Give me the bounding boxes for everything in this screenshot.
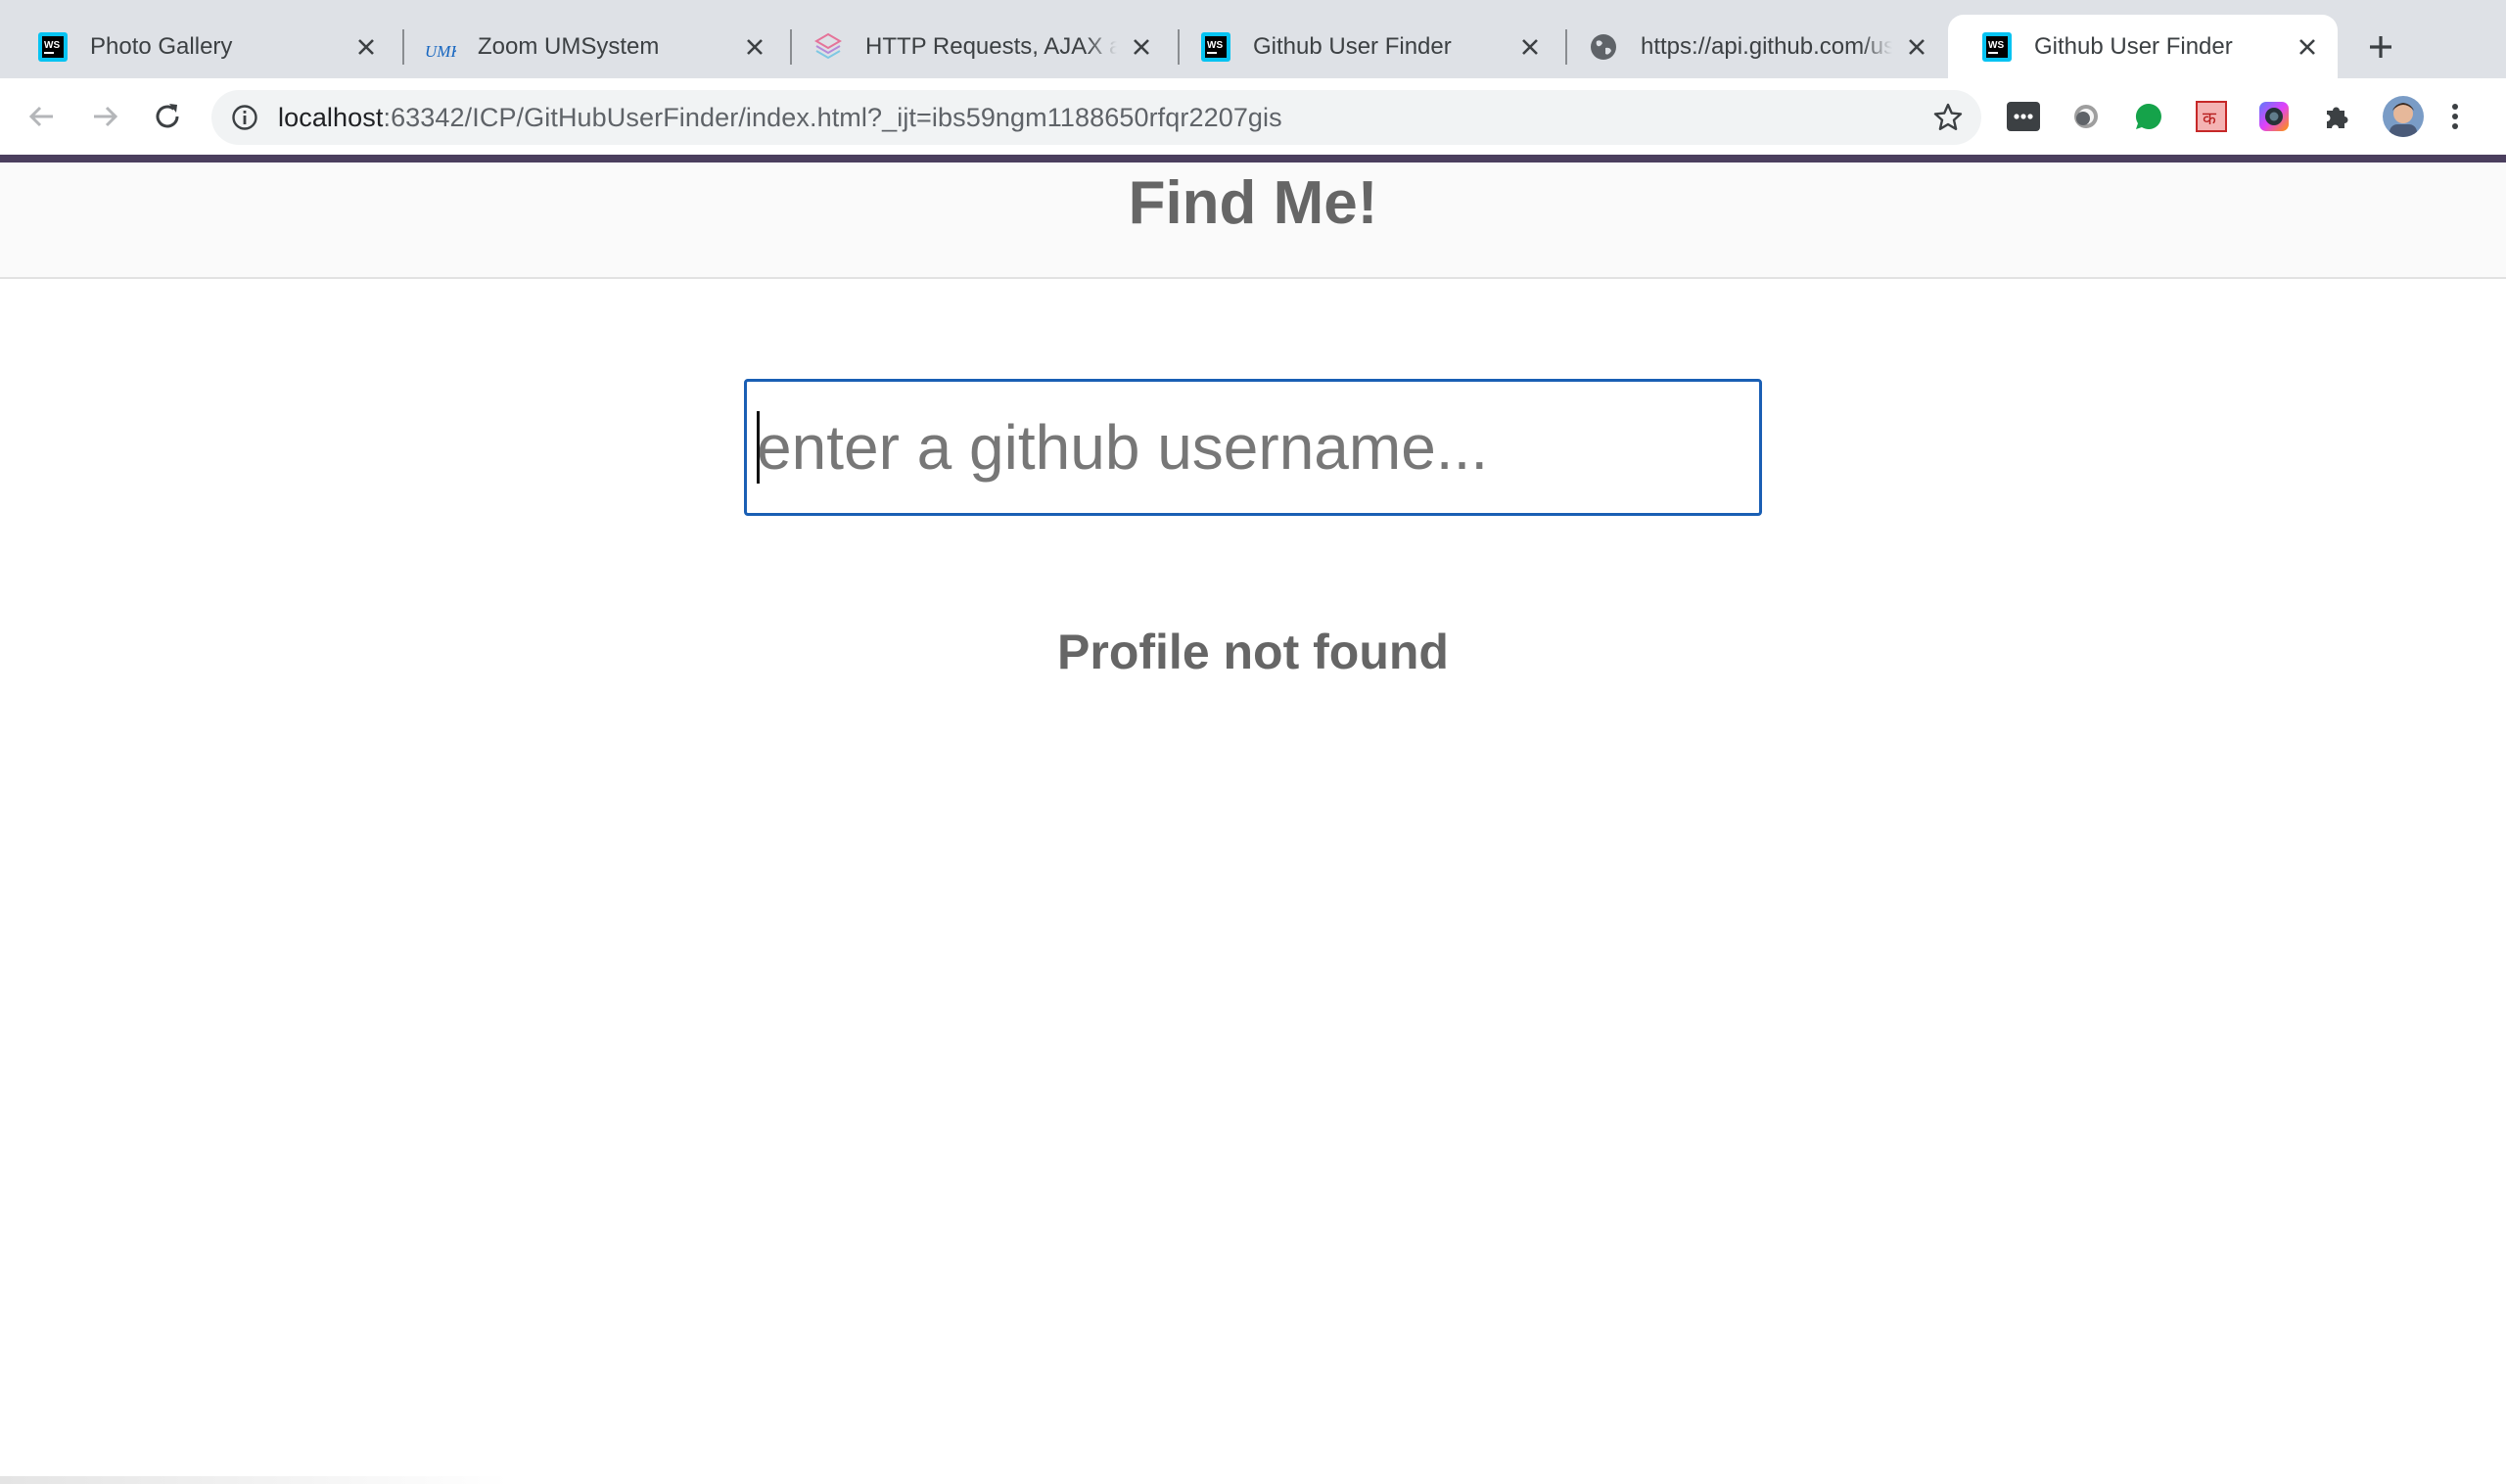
- stack-icon: [812, 31, 844, 63]
- url-text[interactable]: localhost:63342/ICP/GitHubUserFinder/ind…: [278, 103, 1282, 133]
- svg-text:WS: WS: [1207, 40, 1223, 51]
- umkc-icon: UMKC: [425, 31, 456, 63]
- camera-extension-icon[interactable]: [2255, 98, 2293, 135]
- reload-button[interactable]: [145, 94, 190, 139]
- page-header: Find Me!: [0, 162, 2506, 279]
- url-path: :63342/ICP/GitHubUserFinder/index.html?_…: [383, 102, 1282, 132]
- tab-http-requests[interactable]: HTTP Requests, AJAX and APIs: [785, 15, 1172, 78]
- address-bar[interactable]: localhost:63342/ICP/GitHubUserFinder/ind…: [211, 90, 1981, 145]
- green-dot-extension-icon[interactable]: [2130, 98, 2167, 135]
- close-icon[interactable]: [740, 32, 769, 62]
- dots-extension-icon[interactable]: [2005, 98, 2042, 135]
- search-input[interactable]: [744, 379, 1762, 516]
- close-icon[interactable]: [1515, 32, 1545, 62]
- close-icon[interactable]: [351, 32, 381, 62]
- svg-text:UMKC: UMKC: [425, 42, 456, 61]
- browser-toolbar: localhost:63342/ICP/GitHubUserFinder/ind…: [0, 78, 2506, 155]
- text-caret: [757, 411, 760, 484]
- plus-icon: [2370, 36, 2391, 58]
- info-icon[interactable]: [229, 102, 260, 133]
- page-title: Find Me!: [1128, 169, 1378, 237]
- ka-extension-icon[interactable]: क: [2193, 98, 2230, 135]
- arrow-right-icon: [94, 106, 118, 127]
- close-icon[interactable]: [1127, 32, 1156, 62]
- circle-extension-icon[interactable]: [2067, 98, 2105, 135]
- webstorm-icon: WS: [1200, 31, 1231, 63]
- bookmark-star-icon[interactable]: [1930, 100, 1966, 135]
- url-host: localhost: [278, 102, 384, 132]
- page-accent-bar: [0, 155, 2506, 162]
- tab-api-github[interactable]: https://api.github.com/users: [1560, 15, 1947, 78]
- tab-title: Zoom UMSystem: [478, 32, 660, 60]
- tab-strip: WS Photo Gallery UMKC Zoom UMSystem HTTP…: [0, 0, 2506, 78]
- svg-text:WS: WS: [1988, 40, 2004, 51]
- tab-title: https://api.github.com/users: [1641, 32, 1892, 60]
- globe-icon: [1588, 31, 1619, 63]
- tab-zoom-umsystem[interactable]: UMKC Zoom UMSystem: [397, 15, 785, 78]
- webstorm-icon: WS: [1981, 31, 2013, 63]
- avatar[interactable]: [2381, 94, 2426, 139]
- bottom-shadow: [0, 1476, 509, 1484]
- tab-title: HTTP Requests, AJAX and APIs: [865, 32, 1117, 60]
- svg-text:WS: WS: [44, 40, 60, 51]
- close-icon[interactable]: [1902, 32, 1931, 62]
- kebab-menu-icon[interactable]: [2443, 98, 2467, 135]
- svg-text:क: क: [2203, 109, 2217, 129]
- tab-title: Photo Gallery: [90, 32, 233, 60]
- puzzle-icon[interactable]: [2318, 98, 2355, 135]
- new-tab-button[interactable]: [2359, 25, 2402, 69]
- close-icon[interactable]: [2293, 32, 2322, 62]
- tab-title: Github User Finder: [1253, 32, 1452, 60]
- tab-github-user-finder[interactable]: WS Github User Finder: [1173, 15, 1560, 78]
- tab-title: Github User Finder: [2034, 32, 2233, 60]
- status-message: Profile not found: [1057, 625, 1449, 679]
- reload-icon: [156, 104, 179, 128]
- forward-button[interactable]: [82, 94, 127, 139]
- arrow-left-icon: [28, 106, 53, 127]
- tab-photo-gallery[interactable]: WS Photo Gallery: [10, 15, 396, 78]
- webstorm-icon: WS: [37, 31, 69, 63]
- back-button[interactable]: [20, 94, 65, 139]
- tab-github-user-finder-active[interactable]: WS Github User Finder: [1948, 15, 2338, 78]
